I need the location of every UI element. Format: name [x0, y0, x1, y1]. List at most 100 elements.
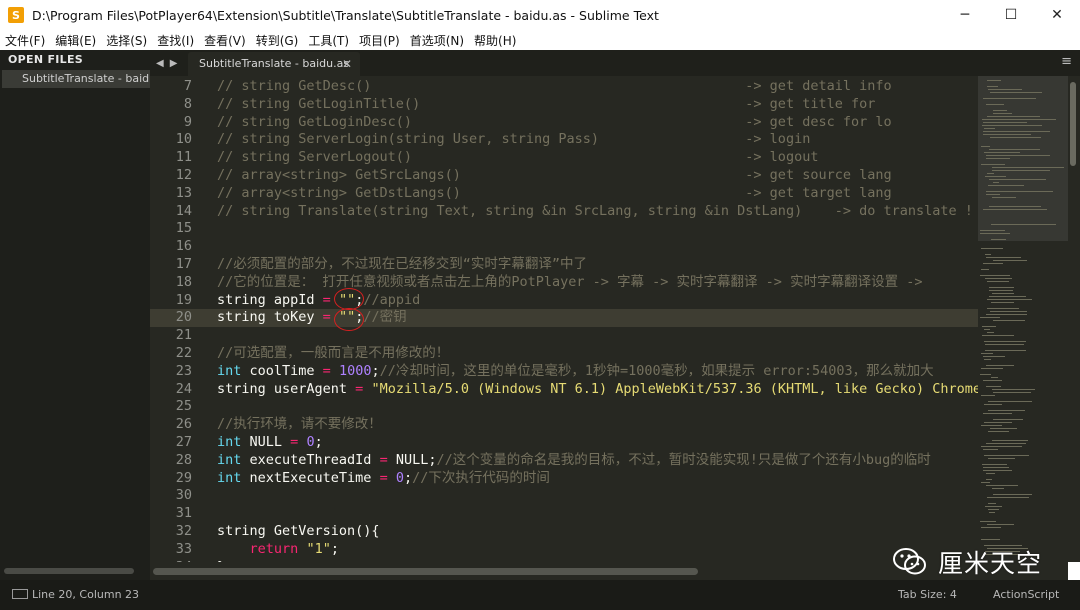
tab-nav: ◀ ▶ — [156, 50, 177, 76]
code-line[interactable]: //执行环境，请不要修改！ — [217, 416, 382, 434]
minimap-line — [981, 527, 1001, 528]
code-line[interactable]: // string GetDesc() -> get detail info — [217, 78, 892, 96]
minimap-line — [981, 539, 1000, 540]
minimap-line — [983, 122, 1027, 123]
code-line[interactable]: string toKey = "";//密钥 — [217, 309, 407, 327]
menu-file[interactable]: 文件(F) — [0, 32, 50, 49]
sidebar: OPEN FILES SubtitleTranslate - baidu.as — [0, 50, 150, 580]
minimap-line — [988, 89, 1022, 90]
minimap-line — [980, 275, 1010, 276]
code-token: "1" — [306, 540, 331, 557]
minimap-line — [992, 293, 1014, 294]
tab-menu-icon[interactable]: ≡ — [1061, 54, 1072, 69]
code-line[interactable]: int coolTime = 1000;//冷却时间，这里的单位是毫秒，1秒钟=… — [217, 363, 934, 381]
maximize-button[interactable]: ☐ — [988, 0, 1034, 30]
code-area[interactable]: // string GetDesc() -> get detail info//… — [217, 76, 978, 562]
minimap-line — [993, 320, 1025, 321]
minimap-line — [991, 224, 1056, 225]
code-token: NULL; — [387, 451, 437, 468]
code-token: int — [217, 469, 242, 486]
code-editor[interactable]: 7 8 9 10 11 12 13 14 15 16 17 18 19 20 21 22 23 24 25 26 27 2… — [150, 76, 978, 562]
code-token: = — [322, 362, 331, 379]
code-line[interactable]: int executeThreadId = NULL;//这个变量的命名是我的目… — [217, 452, 931, 470]
sidebar-file-item[interactable]: SubtitleTranslate - baidu.as — [2, 70, 150, 88]
minimap-line — [993, 110, 1007, 111]
code-line[interactable]: // string GetLoginTitle() -> get title f… — [217, 96, 875, 114]
tab-next-icon[interactable]: ▶ — [170, 58, 178, 69]
code-line[interactable]: int nextExecuteTime = 0;//下次执行代码的时间 — [217, 470, 550, 488]
line-number: 27 — [175, 434, 192, 450]
code-line[interactable]: //必须配置的部分，不过现在已经移交到“实时字幕翻译”中了 — [217, 256, 587, 274]
code-line[interactable]: string GetVersion(){ — [217, 523, 380, 541]
code-line[interactable]: // array<string> GetSrcLangs() -> get so… — [217, 167, 892, 185]
line-number: 17 — [175, 256, 192, 272]
code-token: int — [217, 451, 242, 468]
menu-view[interactable]: 查看(V) — [199, 32, 251, 49]
tab-prev-icon[interactable]: ◀ — [156, 58, 164, 69]
code-line[interactable]: return "1"; — [217, 541, 339, 559]
minimap-line — [984, 128, 995, 129]
minimize-button[interactable]: ─ — [942, 0, 988, 30]
syntax-mode[interactable]: ActionScript — [993, 588, 1059, 601]
code-line[interactable]: // string ServerLogin(string User, strin… — [217, 131, 810, 149]
minimap-line — [981, 425, 1002, 426]
tab-active-file[interactable]: SubtitleTranslate - baidu.as ✕ — [188, 52, 360, 76]
minimap[interactable] — [978, 76, 1068, 562]
minimap-line — [981, 353, 993, 354]
minimap-line — [982, 326, 996, 327]
vertical-scroll-thumb[interactable] — [1070, 82, 1076, 166]
code-line[interactable]: string appId = "";//appid — [217, 292, 420, 310]
code-token: 1000 — [338, 362, 372, 379]
vertical-scrollbar[interactable] — [1068, 76, 1080, 562]
sidebar-scrollbar[interactable] — [4, 568, 134, 574]
code-token: //冷却时间，这里的单位是毫秒，1秒钟=1000毫秒，如果提示 error:54… — [379, 362, 934, 379]
minimap-line — [993, 113, 1012, 114]
panel-toggle-icon[interactable] — [12, 589, 28, 599]
menu-goto[interactable]: 转到(G) — [251, 32, 304, 49]
minimap-line — [993, 182, 999, 183]
menu-selection[interactable]: 选择(S) — [101, 32, 152, 49]
menu-tools[interactable]: 工具(T) — [303, 32, 354, 49]
line-number: 25 — [175, 398, 192, 415]
minimap-line — [988, 185, 1024, 186]
code-token: return — [249, 540, 299, 557]
close-button[interactable]: ✕ — [1034, 0, 1080, 30]
code-token: 0 — [306, 434, 315, 450]
menu-edit[interactable]: 编辑(E) — [50, 32, 101, 49]
code-line[interactable]: int NULL = 0; — [217, 434, 323, 452]
minimap-line — [983, 209, 1047, 210]
minimap-line — [984, 329, 990, 330]
code-line[interactable]: // array<string> GetDstLangs() -> get ta… — [217, 185, 892, 203]
line-number: 30 — [175, 487, 192, 504]
line-number: 8 — [183, 95, 192, 112]
tab-size[interactable]: Tab Size: 4 — [898, 588, 957, 601]
code-line[interactable]: // string ServerLogout() -> logout — [217, 149, 818, 167]
code-line[interactable]: string userAgent = "Mozilla/5.0 (Windows… — [217, 381, 978, 399]
code-token: = — [322, 291, 331, 308]
minimap-line — [993, 419, 1023, 420]
code-line[interactable]: //它的位置是： 打开任意视频或者点击左上角的PotPlayer -> 字幕 -… — [217, 274, 931, 292]
line-number: 9 — [183, 113, 192, 130]
line-number: 28 — [175, 451, 192, 468]
code-token: // string GetLoginDesc() -> get desc for… — [217, 113, 892, 130]
minimap-line — [985, 278, 1012, 279]
menu-project[interactable]: 项目(P) — [354, 32, 405, 49]
minimap-line — [983, 467, 1009, 468]
minimap-line — [981, 146, 990, 147]
minimap-line — [986, 104, 1004, 105]
code-line[interactable]: //可选配置，一般而言是不用修改的！ — [217, 345, 449, 363]
minimap-line — [982, 125, 1042, 126]
code-token: = — [379, 469, 388, 486]
horizontal-scroll-thumb[interactable] — [153, 568, 698, 575]
menu-preferences[interactable]: 首选项(N) — [405, 32, 469, 49]
minimap-line — [992, 389, 1035, 390]
code-line[interactable]: // string Translate(string Text, string … — [217, 203, 973, 221]
menu-find[interactable]: 查找(I) — [152, 32, 199, 49]
menu-help[interactable]: 帮助(H) — [469, 32, 521, 49]
code-line[interactable]: // string GetLoginDesc() -> get desc for… — [217, 114, 892, 132]
minimap-line — [990, 428, 1017, 429]
minimap-line — [985, 176, 1006, 177]
tab-close-icon[interactable]: ✕ — [342, 52, 352, 76]
minimap-line — [980, 317, 1000, 318]
